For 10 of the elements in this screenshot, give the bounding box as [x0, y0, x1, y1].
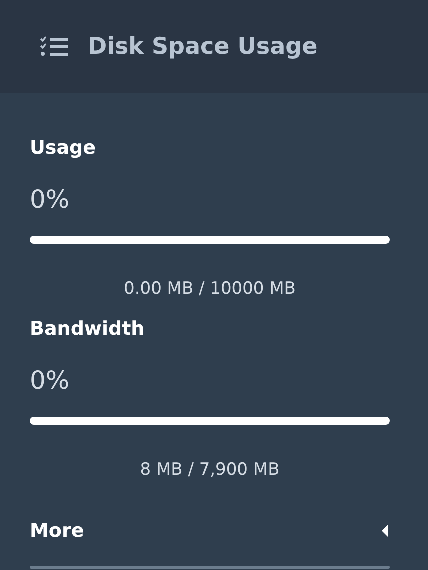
usage-reading: 0.00 MB / 10000 MB [124, 278, 296, 300]
checklist-icon [40, 36, 68, 58]
usage-reading: 8 MB / 7,900 MB [140, 459, 280, 481]
meter-label: Usage [30, 136, 96, 160]
percent-value: 0% [30, 184, 70, 216]
panel-title: Disk Space Usage [88, 34, 318, 60]
caret-icon [380, 524, 390, 538]
percent-value: 0% [30, 365, 70, 397]
meter-label: Bandwidth [30, 317, 145, 341]
more-toggle[interactable]: More [30, 519, 390, 543]
